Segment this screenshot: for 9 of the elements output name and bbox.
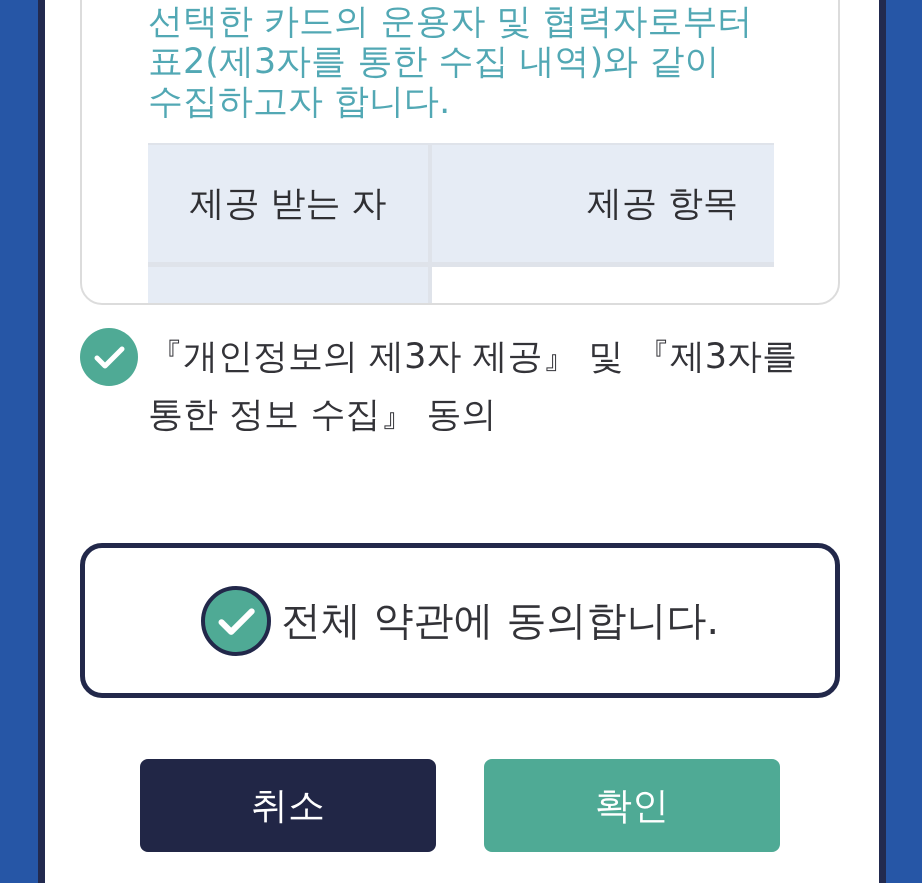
agree-all-box[interactable]: 전체 약관에 동의합니다. — [80, 543, 840, 698]
consent-label: 『개인정보의 제3자 제공』 및 『제3자를 통한 정보 수집』 동의 — [148, 336, 798, 437]
terms-paragraph: 선택한 카드의 운용자 및 협력자로부터 표2(제3자를 통한 수집 내역)와 같이 수집하고자 합니다. — [148, 2, 754, 122]
checkbox[interactable] — [200, 586, 271, 656]
column-header: 제공 항목 — [432, 145, 774, 262]
checkbox[interactable] — [80, 328, 138, 386]
column-header: 제공 받는 자 — [148, 145, 428, 262]
cancel-button[interactable]: 취소 — [140, 759, 436, 852]
agree-all-label: 전체 약관에 동의합니다. — [280, 597, 720, 646]
